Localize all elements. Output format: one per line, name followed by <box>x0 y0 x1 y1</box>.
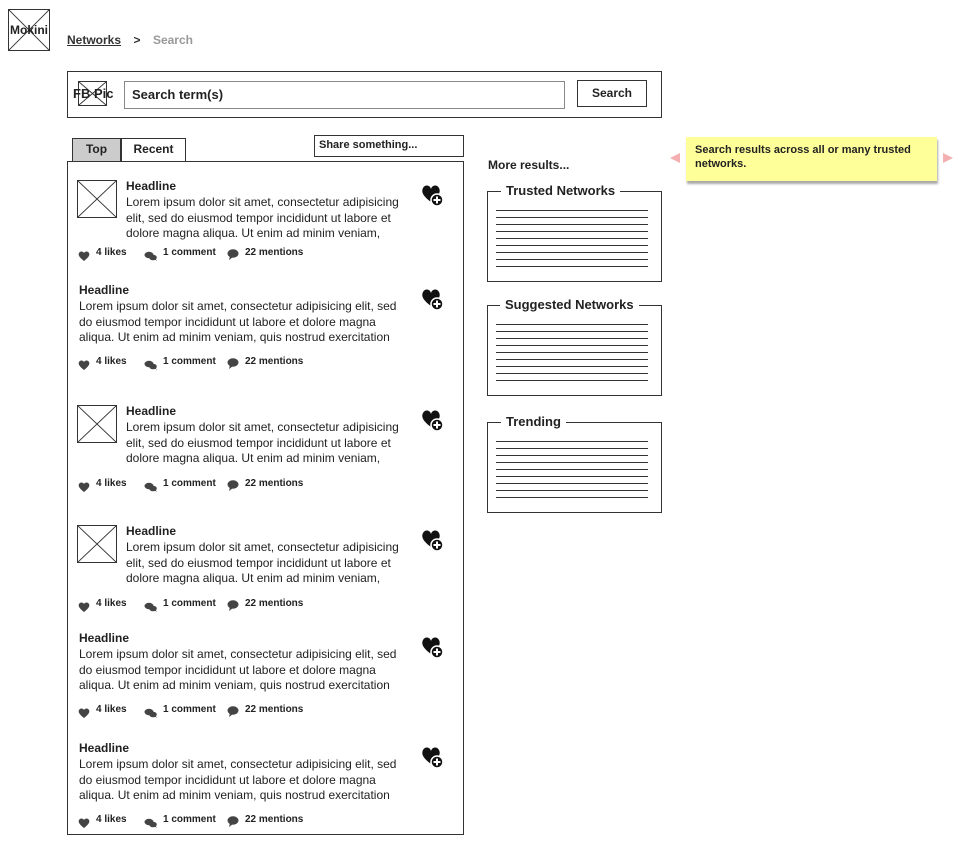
like-icon[interactable] <box>78 705 90 723</box>
mention-icon[interactable] <box>227 247 239 265</box>
tab-recent[interactable]: Recent <box>121 138 186 162</box>
comments-count[interactable]: 1 comment <box>163 247 216 258</box>
post-headline[interactable]: Headline <box>79 283 129 297</box>
trending-list[interactable] <box>496 441 648 504</box>
mention-icon[interactable] <box>227 598 239 616</box>
post-headline[interactable]: Headline <box>126 179 176 193</box>
trusted-networks-list[interactable] <box>496 210 648 273</box>
profile-picture-label: FB Pic <box>73 86 114 101</box>
post-body: Lorem ipsum dolor sit amet, consectetur … <box>126 420 399 465</box>
post-body: Lorem ipsum dolor sit amet, consectetur … <box>79 647 397 692</box>
more-results-heading: More results... <box>488 158 570 172</box>
post-headline[interactable]: Headline <box>126 404 176 418</box>
mentions-count[interactable]: 22 mentions <box>245 598 303 609</box>
likes-count[interactable]: 4 likes <box>96 247 127 258</box>
logo-label: Mokini <box>10 23 48 37</box>
comment-icon[interactable] <box>144 599 157 617</box>
post-body: Lorem ipsum dolor sit amet, consectetur … <box>126 195 399 240</box>
favorite-add-icon[interactable] <box>421 528 445 557</box>
like-icon[interactable] <box>78 248 90 266</box>
post-thumbnail[interactable] <box>77 525 117 563</box>
likes-count[interactable]: 4 likes <box>96 356 127 367</box>
like-icon[interactable] <box>78 479 90 497</box>
like-icon[interactable] <box>78 815 90 833</box>
mentions-count[interactable]: 22 mentions <box>245 814 303 825</box>
comment-icon[interactable] <box>144 705 157 723</box>
likes-count[interactable]: 4 likes <box>96 478 127 489</box>
suggested-networks-panel: Suggested Networks <box>487 297 662 396</box>
mentions-count[interactable]: 22 mentions <box>245 478 303 489</box>
mentions-count[interactable]: 22 mentions <box>245 356 303 367</box>
comment-icon[interactable] <box>144 357 157 375</box>
comments-count[interactable]: 1 comment <box>163 598 216 609</box>
search-input[interactable]: Search term(s) <box>124 81 565 109</box>
likes-count[interactable]: 4 likes <box>96 814 127 825</box>
trending-title: Trending <box>501 414 566 429</box>
comments-count[interactable]: 1 comment <box>163 704 216 715</box>
share-input[interactable]: Share something... <box>314 135 464 157</box>
post-headline[interactable]: Headline <box>79 741 129 755</box>
post-body: Lorem ipsum dolor sit amet, consectetur … <box>126 540 399 585</box>
breadcrumb-link-networks[interactable]: Networks <box>67 33 121 47</box>
placeholder-x-icon <box>78 406 116 442</box>
comments-count[interactable]: 1 comment <box>163 478 216 489</box>
comments-count[interactable]: 1 comment <box>163 356 216 367</box>
suggested-networks-title: Suggested Networks <box>500 297 639 312</box>
trusted-networks-title: Trusted Networks <box>501 183 621 198</box>
favorite-add-icon[interactable] <box>421 287 445 316</box>
trending-panel: Trending <box>487 414 662 513</box>
post-thumbnail[interactable] <box>77 405 117 443</box>
feed-panel <box>67 161 464 835</box>
post-headline[interactable]: Headline <box>79 631 129 645</box>
comment-icon[interactable] <box>144 815 157 833</box>
mentions-count[interactable]: 22 mentions <box>245 247 303 258</box>
mention-icon[interactable] <box>227 478 239 496</box>
likes-count[interactable]: 4 likes <box>96 704 127 715</box>
note-arrow-left-icon <box>670 153 680 163</box>
comment-icon[interactable] <box>144 248 157 266</box>
mention-icon[interactable] <box>227 356 239 374</box>
breadcrumb: Networks > Search <box>67 31 193 49</box>
placeholder-x-icon <box>78 526 116 562</box>
search-button[interactable]: Search <box>577 80 647 107</box>
likes-count[interactable]: 4 likes <box>96 598 127 609</box>
breadcrumb-separator: > <box>133 33 141 47</box>
like-icon[interactable] <box>78 599 90 617</box>
comment-icon[interactable] <box>144 479 157 497</box>
comments-count[interactable]: 1 comment <box>163 814 216 825</box>
post-thumbnail[interactable] <box>77 180 117 218</box>
sticky-note: Search results across all or many truste… <box>686 137 937 181</box>
like-icon[interactable] <box>78 357 90 375</box>
favorite-add-icon[interactable] <box>421 408 445 437</box>
favorite-add-icon[interactable] <box>421 745 445 774</box>
trusted-networks-panel: Trusted Networks <box>487 183 662 282</box>
suggested-networks-list[interactable] <box>496 324 648 387</box>
tab-top[interactable]: Top <box>72 138 121 162</box>
mention-icon[interactable] <box>227 704 239 722</box>
note-arrow-right-icon <box>943 153 953 163</box>
favorite-add-icon[interactable] <box>421 183 445 212</box>
post-body: Lorem ipsum dolor sit amet, consectetur … <box>79 757 397 802</box>
logo[interactable]: Mokini <box>8 9 50 51</box>
mentions-count[interactable]: 22 mentions <box>245 704 303 715</box>
favorite-add-icon[interactable] <box>421 635 445 664</box>
placeholder-x-icon <box>78 181 116 217</box>
breadcrumb-current: Search <box>152 33 193 47</box>
post-headline[interactable]: Headline <box>126 524 176 538</box>
mention-icon[interactable] <box>227 814 239 832</box>
post-body: Lorem ipsum dolor sit amet, consectetur … <box>79 299 397 344</box>
